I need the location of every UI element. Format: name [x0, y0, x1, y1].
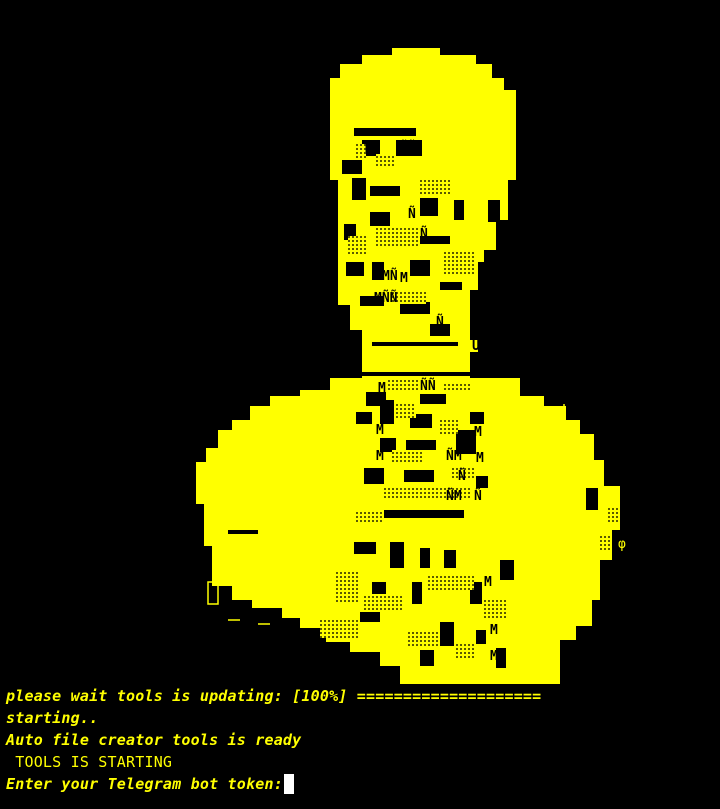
art-glyph-m: M	[400, 271, 408, 286]
art-glyph-m: M	[378, 381, 386, 396]
art-glyph-mnn: MÑÑ	[374, 290, 398, 306]
art-glyph-m: M	[484, 575, 492, 590]
ready-line: Auto file creator tools is ready	[6, 731, 302, 749]
art-glyph-m: M	[490, 623, 498, 638]
art-glyph-m: M	[490, 649, 498, 664]
ascii-art-portrait: M ÑÑ Ñ Ñ MÑ M MÑÑ Ñ U M ÑÑ M M M ÑM M Ñ …	[196, 48, 626, 684]
art-glyph-m: M	[474, 425, 482, 440]
art-glyph-mn: MÑ	[382, 268, 398, 284]
art-glyph-m: M	[365, 141, 373, 156]
art-glyph-n: Ñ	[474, 488, 482, 504]
art-glyph-m: M	[376, 449, 384, 464]
art-glyph-nn: ÑÑ	[400, 140, 416, 156]
art-glyph-nm: ÑM	[446, 488, 462, 504]
art-glyph-n: Ñ	[408, 206, 416, 222]
update-progress-line: please wait tools is updating: [100%] ==…	[6, 687, 542, 705]
art-glyph-n: Ñ	[436, 314, 444, 330]
art-glyph-m: M	[376, 423, 384, 438]
art-glyph-u: U	[472, 339, 480, 354]
art-glyph-nm: ÑM	[446, 448, 462, 464]
terminal-input-cursor[interactable]	[284, 774, 294, 794]
art-glyph-n: Ñ	[420, 226, 428, 242]
art-glyph-m: M	[476, 451, 484, 466]
tools-starting-line: TOOLS IS STARTING	[6, 753, 173, 771]
art-glyph-n: Ñ	[458, 468, 466, 484]
art-glyph-nn: ÑÑ	[420, 378, 436, 394]
token-prompt: Enter your Telegram bot token:	[6, 775, 293, 793]
starting-line: starting..	[6, 709, 99, 727]
art-glyph-phi: φ	[618, 537, 626, 552]
